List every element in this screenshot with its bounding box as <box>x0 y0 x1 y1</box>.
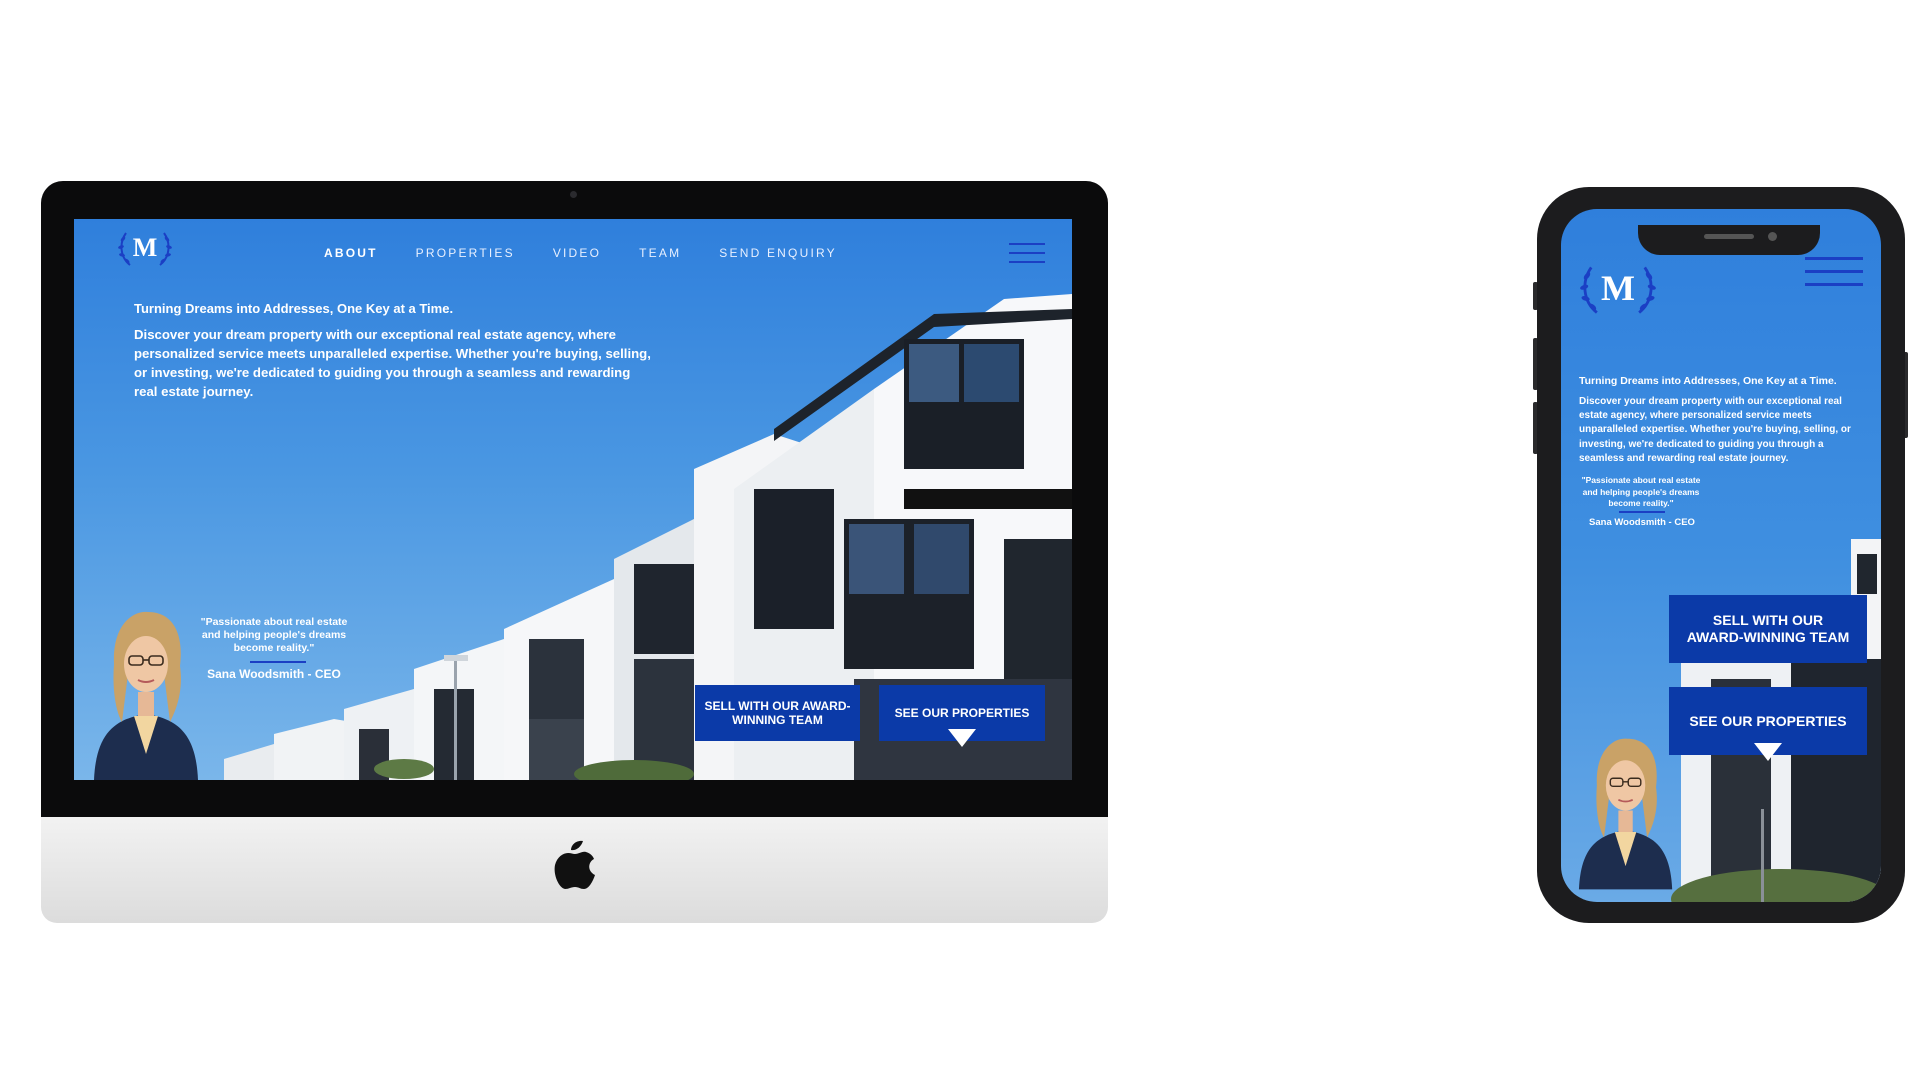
nav-properties[interactable]: PROPERTIES <box>416 246 515 260</box>
sell-with-team-button[interactable]: SELL WITH OUR AWARD-WINNING TEAM <box>695 685 860 741</box>
hamburger-menu-icon[interactable] <box>1805 257 1863 286</box>
desktop-screen: M ABOUT PROPERTIES VIDEO TEAM SEND ENQUI… <box>74 219 1072 780</box>
signature-divider <box>250 661 306 663</box>
see-properties-button[interactable]: SEE OUR PROPERTIES <box>879 685 1045 747</box>
down-arrow-icon <box>948 729 976 747</box>
see-properties-button[interactable]: SEE OUR PROPERTIES <box>1669 687 1867 761</box>
sell-button-label: SELL WITH OUR AWARD-WINNING TEAM <box>1686 612 1850 645</box>
hero-description: Discover your dream property with our ex… <box>134 327 651 399</box>
ceo-quote: "Passionate about real estate and helpin… <box>1581 475 1701 508</box>
speaker-icon <box>1704 234 1754 239</box>
phone-notch <box>1638 225 1820 255</box>
logo-letter: M <box>1601 268 1635 308</box>
imac-mockup: M ABOUT PROPERTIES VIDEO TEAM SEND ENQUI… <box>41 181 1108 923</box>
ceo-signature: Sana Woodsmith - CEO <box>207 667 341 681</box>
nav-video[interactable]: VIDEO <box>553 246 601 260</box>
camera-icon <box>570 191 577 198</box>
hero-description: Discover your dream property with our ex… <box>1579 396 1851 464</box>
hamburger-menu-icon[interactable] <box>1009 243 1045 263</box>
nav-team[interactable]: TEAM <box>639 246 681 260</box>
properties-button-label: SEE OUR PROPERTIES <box>894 705 1030 720</box>
site-logo[interactable]: M <box>1577 259 1659 321</box>
nav-about[interactable]: ABOUT <box>324 246 378 260</box>
logo-letter: M <box>132 233 158 262</box>
hero-headline: Turning Dreams into Addresses, One Key a… <box>134 301 454 316</box>
imac-chin <box>41 817 1108 923</box>
hero-headline: Turning Dreams into Addresses, One Key a… <box>1579 375 1837 387</box>
properties-button-label: SEE OUR PROPERTIES <box>1689 712 1847 729</box>
sell-with-team-button[interactable]: SELL WITH OUR AWARD-WINNING TEAM <box>1669 595 1867 663</box>
apple-logo-icon <box>554 840 595 889</box>
mobile-screen: M Turning Dreams into Addresses, One Key… <box>1561 209 1881 902</box>
ceo-portrait <box>94 611 198 780</box>
signature-divider <box>1619 511 1665 513</box>
site-logo[interactable]: M <box>116 227 174 271</box>
nav-send-enquiry[interactable]: SEND ENQUIRY <box>719 246 837 260</box>
imac-bezel: M ABOUT PROPERTIES VIDEO TEAM SEND ENQUI… <box>41 181 1108 817</box>
down-arrow-icon <box>1754 743 1782 761</box>
sell-button-label: SELL WITH OUR AWARD-WINNING TEAM <box>704 698 851 727</box>
camera-icon <box>1768 232 1777 241</box>
main-nav: ABOUT PROPERTIES VIDEO TEAM SEND ENQUIRY <box>324 246 837 260</box>
ceo-quote: "Passionate about real estate and helpin… <box>200 616 348 654</box>
ceo-portrait <box>1578 738 1673 890</box>
iphone-mockup: M Turning Dreams into Addresses, One Key… <box>1537 187 1905 923</box>
ceo-signature: Sana Woodsmith - CEO <box>1589 517 1695 528</box>
